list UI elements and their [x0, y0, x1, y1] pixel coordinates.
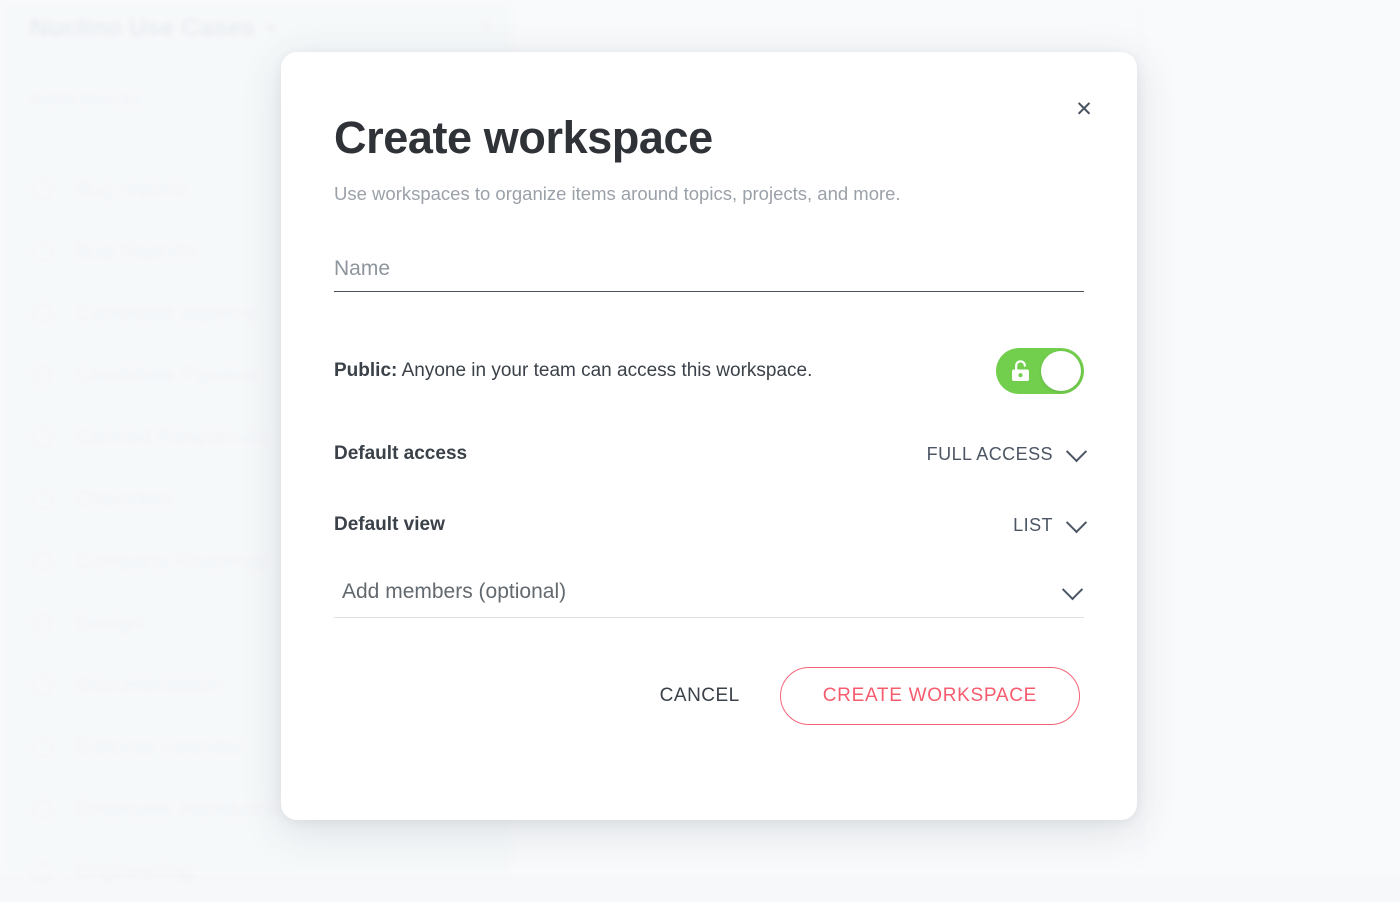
default-view-value: LIST: [1013, 514, 1053, 535]
page-title: Create workspace: [334, 112, 713, 163]
public-label-rest: Anyone in your team can access this work…: [397, 360, 813, 382]
close-icon[interactable]: ✕: [1067, 92, 1101, 126]
chevron-down-icon: [1061, 578, 1084, 601]
public-setting-label: Public: Anyone in your team can access t…: [334, 360, 812, 382]
lock-open-icon: [1012, 360, 1029, 382]
name-field-wrapper: [334, 257, 1084, 293]
create-workspace-dialog: ✕ Create workspace Use workspaces to org…: [281, 52, 1137, 820]
add-members-field[interactable]: Add members (optional): [334, 578, 1084, 619]
public-setting-row: Public: Anyone in your team can access t…: [334, 348, 1084, 395]
default-access-dropdown[interactable]: FULL ACCESS: [926, 440, 1088, 465]
default-view-label: Default view: [334, 514, 445, 536]
name-input[interactable]: [334, 257, 1084, 282]
dialog-subtitle: Use workspaces to organize items around …: [334, 183, 901, 205]
dialog-body: Create workspace Use workspaces to organ…: [281, 52, 1137, 726]
default-view-dropdown[interactable]: LIST: [1013, 511, 1088, 536]
chevron-down-icon: [1065, 511, 1088, 534]
public-label-strong: Public:: [334, 360, 398, 382]
add-members-placeholder: Add members (optional): [342, 580, 567, 604]
modal-overlay[interactable]: ✕ Create workspace Use workspaces to org…: [0, 0, 1400, 875]
cancel-button[interactable]: CANCEL: [650, 673, 750, 719]
default-access-row: Default access FULL ACCESS: [334, 440, 1088, 465]
default-view-row: Default view LIST: [334, 511, 1088, 536]
toggle-knob: [1041, 351, 1081, 392]
chevron-down-icon: [1065, 440, 1088, 463]
default-access-label: Default access: [334, 443, 468, 465]
default-access-value: FULL ACCESS: [926, 443, 1053, 464]
create-workspace-button[interactable]: CREATE WORKSPACE: [779, 667, 1080, 726]
public-toggle-switch[interactable]: [996, 348, 1084, 395]
dialog-footer: CANCEL CREATE WORKSPACE: [334, 667, 1084, 726]
